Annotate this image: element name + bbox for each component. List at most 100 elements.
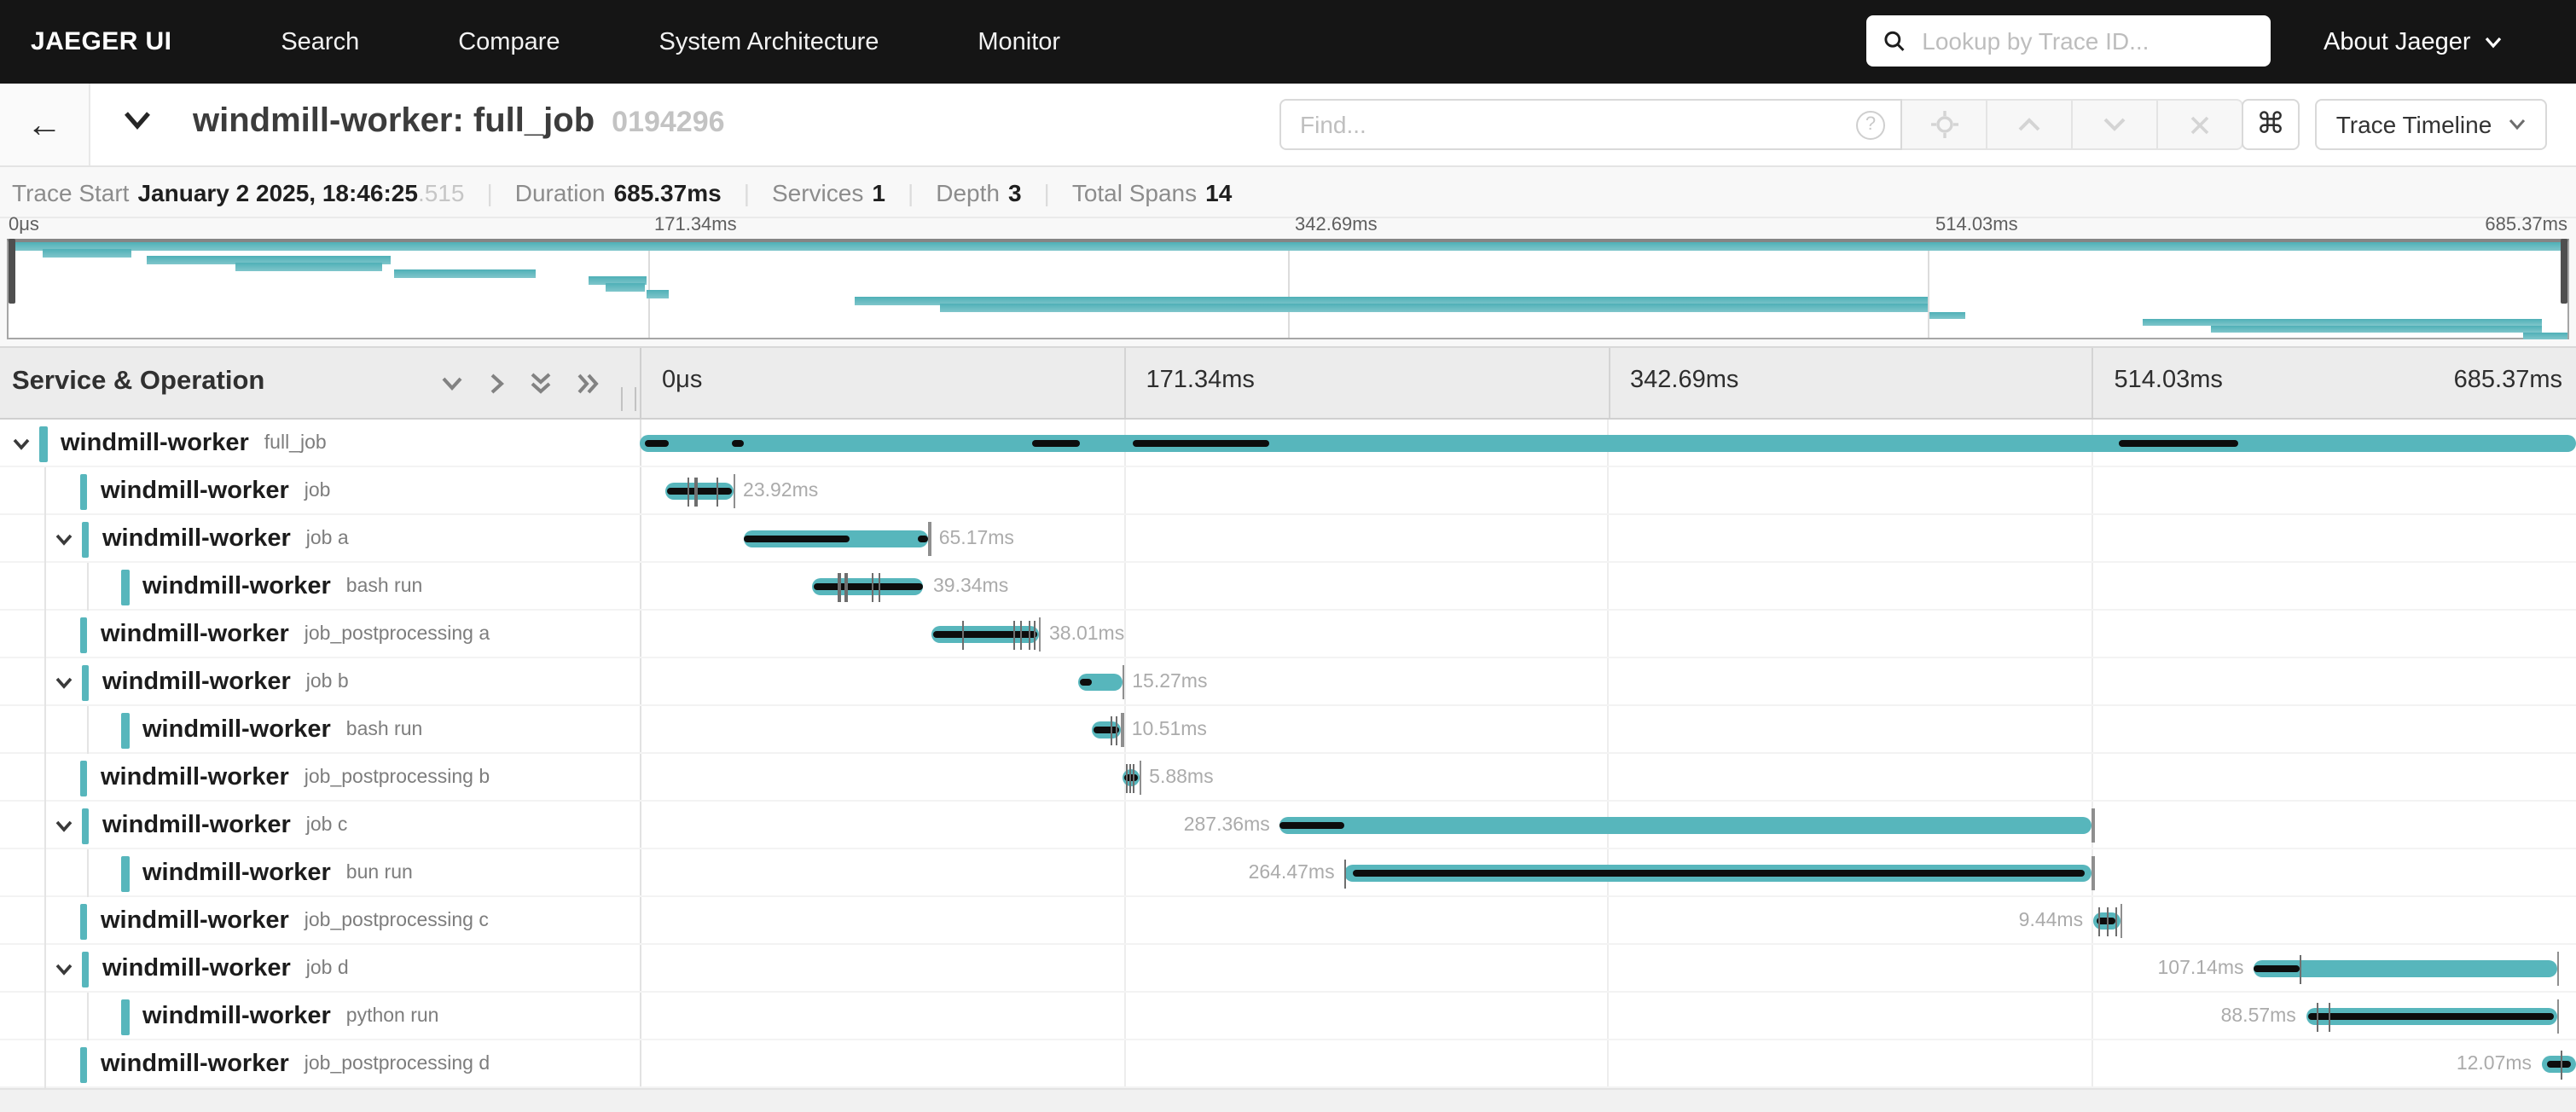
span-name-cell[interactable]: windmill-workerbun run [0, 849, 640, 897]
span-bar[interactable] [1092, 721, 1122, 738]
nav-item-compare[interactable]: Compare [458, 28, 560, 55]
trace-id-input[interactable] [1918, 26, 2254, 56]
trace-id: 0194296 [612, 106, 724, 140]
child-span-segment [2547, 1061, 2571, 1068]
span-name-cell[interactable]: windmill-workerjob c [0, 802, 640, 849]
minimap-left-handle[interactable] [9, 239, 15, 304]
span-name-cell[interactable]: windmill-workerjob b [0, 658, 640, 706]
log-marker-tick [1115, 715, 1117, 744]
span-timeline-cell: 10.51ms [640, 706, 2576, 754]
nav-item-system-architecture[interactable]: System Architecture [659, 28, 879, 55]
span-row: windmill-workerpython run88.57ms [0, 993, 2576, 1040]
span-rows: windmill-workerfull_jobwindmill-workerjo… [0, 420, 2576, 1088]
minimap-right-handle[interactable] [2561, 239, 2567, 304]
back-arrow-icon: ← [26, 107, 62, 142]
span-name-cell[interactable]: windmill-workerbash run [0, 563, 640, 611]
span-expander-chevron-icon[interactable] [54, 531, 73, 547]
service-color-bar [39, 426, 47, 461]
span-name-cell[interactable]: windmill-workerfull_job [0, 420, 640, 467]
operation-name: job [305, 481, 331, 501]
tree-guide-line [44, 658, 46, 706]
log-marker-tick [845, 572, 847, 601]
operation-name: job c [306, 815, 348, 836]
span-bar[interactable] [2542, 1056, 2576, 1073]
find-controls: ? [1279, 99, 2243, 150]
clear-search-button[interactable] [2158, 99, 2243, 150]
expand-all-button[interactable] [577, 372, 600, 396]
tree-guide-line [44, 563, 46, 611]
span-bar[interactable] [1345, 865, 2092, 882]
collapse-all-button[interactable] [529, 372, 553, 396]
child-span-segment [814, 583, 923, 590]
span-name-cell[interactable]: windmill-workerjob_postprocessing a [0, 611, 640, 658]
span-name-cell[interactable]: windmill-workerbash run [0, 706, 640, 754]
keyboard-shortcuts-button[interactable]: ⌘ [2242, 99, 2300, 150]
span-timeline-cell: 38.01ms [640, 611, 2576, 658]
help-icon[interactable]: ? [1856, 110, 1885, 139]
timeline-header-ticks: 0μs171.34ms342.69ms514.03ms685.37ms [640, 348, 2576, 418]
log-marker-tick [1028, 620, 1030, 649]
header-gridline [1124, 348, 1126, 418]
command-icon: ⌘ [2256, 107, 2285, 142]
trace-summary-expander[interactable] [121, 107, 154, 142]
span-name-cell[interactable]: windmill-workerjob [0, 467, 640, 515]
log-marker-tick [2107, 906, 2109, 935]
expand-one-button[interactable] [488, 372, 505, 396]
child-span-segment [745, 536, 850, 542]
span-end-tick [2092, 856, 2095, 890]
span-bar[interactable] [665, 483, 733, 500]
log-marker-tick [1111, 715, 1112, 744]
span-expander-chevron-icon[interactable] [54, 675, 73, 690]
span-bar[interactable] [931, 626, 1039, 643]
log-marker-tick [2115, 906, 2116, 935]
info-value-fraction: .515 [418, 178, 465, 206]
prev-result-button[interactable] [1987, 99, 2073, 150]
child-span-segment [2254, 965, 2300, 972]
focus-span-button[interactable] [1902, 99, 1987, 150]
about-jaeger-menu[interactable]: About Jaeger [2324, 0, 2503, 84]
trace-id-lookup[interactable] [1866, 15, 2271, 67]
nav-menu: Search Compare System Architecture Monitor [281, 28, 1060, 55]
span-bar[interactable] [1280, 817, 2092, 834]
log-marker-tick [695, 477, 697, 506]
log-marker-tick [2300, 954, 2301, 983]
service-name: windmill-worker [102, 955, 291, 982]
span-name-cell[interactable]: windmill-workerjob_postprocessing c [0, 897, 640, 945]
span-name-content: windmill-workerfull_job [12, 420, 327, 467]
trace-minimap[interactable] [7, 239, 2569, 339]
operation-name: job_postprocessing d [305, 1054, 490, 1074]
span-name-cell[interactable]: windmill-workerpython run [0, 993, 640, 1040]
span-expander-chevron-icon[interactable] [54, 818, 73, 833]
span-timeline-inner: 10.51ms [640, 706, 2576, 754]
span-name-cell[interactable]: windmill-workerjob a [0, 515, 640, 563]
minimap-span-bar [236, 263, 383, 270]
next-result-button[interactable] [2073, 99, 2158, 150]
back-button[interactable]: ← [0, 84, 90, 165]
find-input[interactable] [1297, 109, 1856, 140]
span-name-cell[interactable]: windmill-workerjob d [0, 945, 640, 993]
span-name-cell[interactable]: windmill-workerjob_postprocessing b [0, 754, 640, 802]
collapse-one-button[interactable] [440, 375, 464, 392]
service-name: windmill-worker [142, 573, 331, 600]
child-span-segment [1080, 679, 1092, 686]
info-value: 14 [1205, 178, 1232, 206]
nav-item-search[interactable]: Search [281, 28, 359, 55]
app-logo[interactable]: JAEGER UI [31, 27, 171, 56]
span-bar[interactable] [745, 530, 929, 547]
span-bar[interactable] [812, 578, 923, 595]
span-timeline-cell [640, 420, 2576, 467]
span-name-cell[interactable]: windmill-workerjob_postprocessing d [0, 1040, 640, 1088]
minimap-time-axis: 0μs171.34ms342.69ms514.03ms685.37ms [7, 213, 2569, 239]
trace-view-select[interactable]: Trace Timeline [2315, 99, 2547, 150]
column-resize-grip[interactable] [621, 387, 636, 411]
minimap-axis-label: 171.34ms [654, 215, 737, 235]
span-name-content: windmill-workerjob_postprocessing d [79, 1040, 490, 1088]
span-bar[interactable] [640, 435, 2576, 452]
find-field[interactable]: ? [1279, 99, 1902, 150]
span-expander-chevron-icon[interactable] [54, 961, 73, 976]
nav-item-monitor[interactable]: Monitor [978, 28, 1060, 55]
span-bar[interactable] [2306, 1008, 2556, 1025]
span-expander-chevron-icon[interactable] [12, 436, 31, 451]
tree-guide-line [44, 945, 46, 993]
span-bar[interactable] [1079, 674, 1123, 691]
